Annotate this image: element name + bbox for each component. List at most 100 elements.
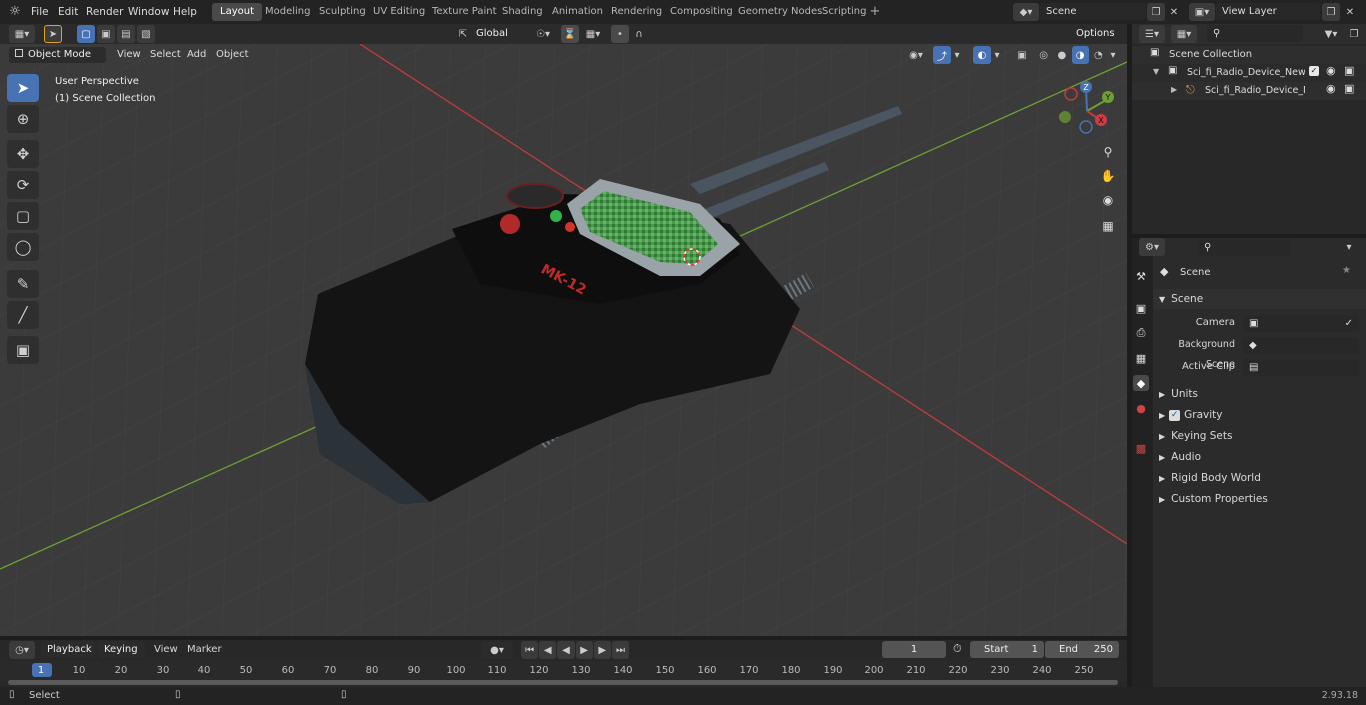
timeline-editor-type-icon[interactable]: ◷▾ <box>9 641 35 659</box>
world-tab-icon[interactable]: ● <box>1133 400 1149 416</box>
panel-gravity[interactable]: ▶ ✓ Gravity <box>1153 405 1366 425</box>
options-dropdown[interactable]: Options ▾ <box>1070 25 1124 56</box>
xray-icon[interactable]: ▣ <box>1013 46 1031 64</box>
tab-modeling[interactable]: Modeling <box>257 3 319 21</box>
scene-tab-icon[interactable]: ◆ <box>1133 375 1149 391</box>
tab-animation[interactable]: Animation <box>544 3 611 21</box>
panel-custom-properties[interactable]: ▶ Custom Properties <box>1153 489 1366 509</box>
tab-texture-paint[interactable]: Texture Paint <box>424 3 505 21</box>
expand-arrow-icon[interactable]: ▼ <box>1153 67 1159 76</box>
pin-icon[interactable]: ★ <box>1342 265 1351 276</box>
viewport-menu-object[interactable]: Object <box>211 47 254 63</box>
render-tab-icon[interactable]: ▣ <box>1133 300 1149 316</box>
eye-icon[interactable]: ◉ <box>1326 64 1336 77</box>
viewport-menu-select[interactable]: Select <box>145 47 186 63</box>
panel-rigid-body-world[interactable]: ▶ Rigid Body World <box>1153 468 1366 488</box>
eyedropper-icon[interactable]: ✓ <box>1345 315 1353 332</box>
playback-menu[interactable]: Playback ▾ <box>41 641 95 672</box>
view-layer-browse-icon[interactable]: ▣▾ <box>1189 3 1215 21</box>
active-clip-field[interactable]: ▤ <box>1243 359 1359 376</box>
rendered-shading-icon[interactable]: ◔ <box>1089 46 1107 64</box>
transform-orientation-dropdown[interactable]: Global <box>470 25 524 42</box>
gizmo-toggle-icon[interactable]: ⤴ <box>933 46 951 64</box>
falloff-icon[interactable]: ∩ <box>630 25 648 43</box>
texture-tab-icon[interactable]: ▩ <box>1133 440 1149 456</box>
camera-render-icon[interactable]: ▣ <box>1344 64 1354 77</box>
record-keyframe-icon[interactable]: ●▾ <box>481 641 513 659</box>
outliner-search-input[interactable]: ⚲ <box>1207 25 1303 42</box>
new-view-layer-icon[interactable]: ❐ <box>1322 3 1340 21</box>
new-scene-icon[interactable]: ❐ <box>1147 3 1165 21</box>
outliner-editor-type-icon[interactable]: ☰▾ <box>1139 25 1165 43</box>
timeline-scrollbar[interactable] <box>8 680 1118 685</box>
panel-audio[interactable]: ▶ Audio <box>1153 447 1366 467</box>
eye-icon[interactable]: ◉ <box>1326 82 1336 95</box>
move-tool-icon[interactable]: ✥ <box>7 140 39 168</box>
editor-type-icon[interactable]: ▦▾ <box>9 25 35 43</box>
display-mode-icon[interactable]: ▦▾ <box>1171 25 1197 43</box>
tab-layout[interactable]: Layout <box>212 3 262 21</box>
start-frame-field[interactable]: Start 1 <box>970 641 1044 658</box>
play-icon[interactable]: ▶ <box>575 641 593 659</box>
tab-scripting[interactable]: Scripting <box>814 3 874 21</box>
keying-menu[interactable]: Keying ▾ <box>98 641 145 672</box>
camera-view-icon[interactable]: ◉ <box>1098 190 1118 210</box>
annotate-tool-icon[interactable]: ✎ <box>7 270 39 298</box>
background-scene-field[interactable]: ◆ <box>1243 337 1359 354</box>
snap-target-icon[interactable]: ▦▾ <box>580 25 606 43</box>
delete-view-layer-icon[interactable]: ✕ <box>1341 3 1359 21</box>
next-keyframe-icon[interactable]: ▶ <box>593 641 611 659</box>
select-box-tool-icon[interactable]: ➤ <box>7 74 39 102</box>
pivot-point-icon[interactable]: ☉▾ <box>530 25 556 43</box>
tab-shading[interactable]: Shading <box>494 3 551 21</box>
scene-section-header[interactable]: ▼ Scene <box>1153 289 1366 309</box>
scene-name-field[interactable]: Scene <box>1040 3 1146 20</box>
add-cube-tool-icon[interactable]: ▣ <box>7 336 39 364</box>
timeline-marker-menu[interactable]: Marker <box>187 644 222 655</box>
tab-compositing[interactable]: Compositing <box>662 3 741 21</box>
gravity-checkbox[interactable]: ✓ <box>1169 409 1181 421</box>
shading-dropdown-icon[interactable]: ▾ <box>1107 46 1119 64</box>
current-frame-field[interactable]: 1 <box>882 641 946 658</box>
visibility-icon[interactable]: ◉▾ <box>903 46 929 64</box>
panel-units[interactable]: ▶ Units <box>1153 384 1366 404</box>
measure-tool-icon[interactable]: ╱ <box>7 301 39 329</box>
overlays-dropdown-icon[interactable]: ▾ <box>991 46 1003 64</box>
transform-tool-icon[interactable]: ◯ <box>7 233 39 261</box>
viewport-menu-add[interactable]: Add <box>182 47 211 63</box>
camera-render-icon[interactable]: ▣ <box>1344 82 1354 95</box>
select-extend-icon[interactable]: ▣ <box>97 25 115 43</box>
rotate-tool-icon[interactable]: ⟳ <box>7 171 39 199</box>
output-tab-icon[interactable]: ⎙ <box>1133 325 1149 341</box>
timeline-view-menu[interactable]: View <box>154 644 178 655</box>
tab-uv-editing[interactable]: UV Editing <box>365 3 433 21</box>
material-shading-icon[interactable]: ◑ <box>1071 46 1089 64</box>
collapse-arrow-icon[interactable]: ▶ <box>1171 85 1177 94</box>
view-layer-tab-icon[interactable]: ▦ <box>1133 350 1149 366</box>
properties-options-icon[interactable]: ▾ <box>1340 238 1358 256</box>
3d-viewport[interactable]: MK-12 Z Y X <box>0 44 1127 636</box>
menu-help[interactable]: Help <box>167 0 203 24</box>
new-collection-icon[interactable]: ❐ <box>1345 25 1363 43</box>
wireframe-shading-icon[interactable]: ◎ <box>1035 46 1053 64</box>
camera-field[interactable]: ▣ ✓ <box>1243 315 1359 332</box>
cursor-tool-icon[interactable]: ⊕ <box>7 105 39 133</box>
overlays-icon[interactable]: ◐ <box>973 46 991 64</box>
add-workspace-button[interactable]: + <box>868 5 882 19</box>
proportional-edit-icon[interactable]: • <box>611 25 629 43</box>
select-new-icon[interactable]: ▢ <box>77 25 95 43</box>
prev-keyframe-icon[interactable]: ◀ <box>539 641 557 659</box>
properties-editor-type-icon[interactable]: ⚙▾ <box>1139 238 1165 256</box>
delete-scene-icon[interactable]: ✕ <box>1165 3 1183 21</box>
play-reverse-icon[interactable]: ◀ <box>557 641 575 659</box>
stopwatch-icon[interactable]: ⏱ <box>953 642 962 656</box>
jump-end-icon[interactable]: ⏭ <box>611 641 630 659</box>
select-invert-icon[interactable]: ▧ <box>137 25 155 43</box>
panel-keying-sets[interactable]: ▶ Keying Sets <box>1153 426 1366 446</box>
tool-tab-icon[interactable]: ⚒ <box>1133 268 1149 284</box>
blender-logo-icon[interactable]: ☼ <box>7 4 23 20</box>
menu-file[interactable]: File <box>25 0 55 24</box>
jump-start-icon[interactable]: ⏮ <box>521 641 539 659</box>
object-mode-dropdown[interactable]: Object Mode <box>9 47 106 63</box>
zoom-icon[interactable]: ⚲ <box>1098 142 1118 162</box>
